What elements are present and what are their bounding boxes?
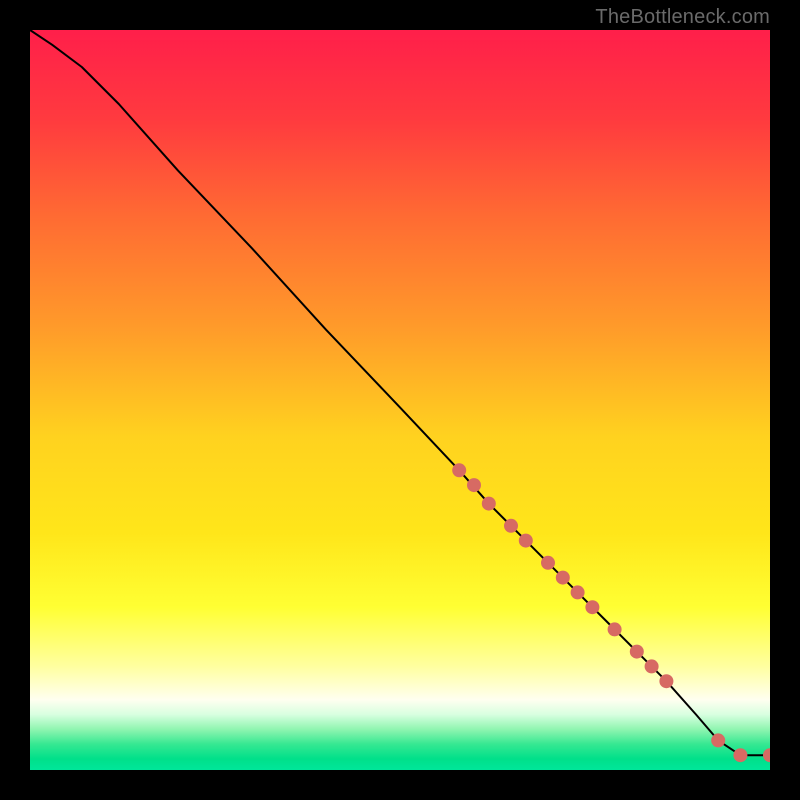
data-marker: [556, 571, 570, 585]
data-marker: [733, 748, 747, 762]
data-marker: [630, 645, 644, 659]
data-marker: [452, 463, 466, 477]
chart-frame: TheBottleneck.com: [0, 0, 800, 800]
data-marker: [608, 622, 622, 636]
data-marker: [711, 733, 725, 747]
data-marker: [585, 600, 599, 614]
plot-area: [30, 30, 770, 770]
data-marker: [645, 659, 659, 673]
watermark-text: TheBottleneck.com: [595, 6, 770, 29]
data-marker: [467, 478, 481, 492]
data-marker: [519, 534, 533, 548]
chart-svg: [30, 30, 770, 770]
data-marker: [571, 585, 585, 599]
data-marker: [482, 497, 496, 511]
data-marker: [504, 519, 518, 533]
data-marker: [659, 674, 673, 688]
data-marker: [541, 556, 555, 570]
gradient-background: [30, 30, 770, 770]
